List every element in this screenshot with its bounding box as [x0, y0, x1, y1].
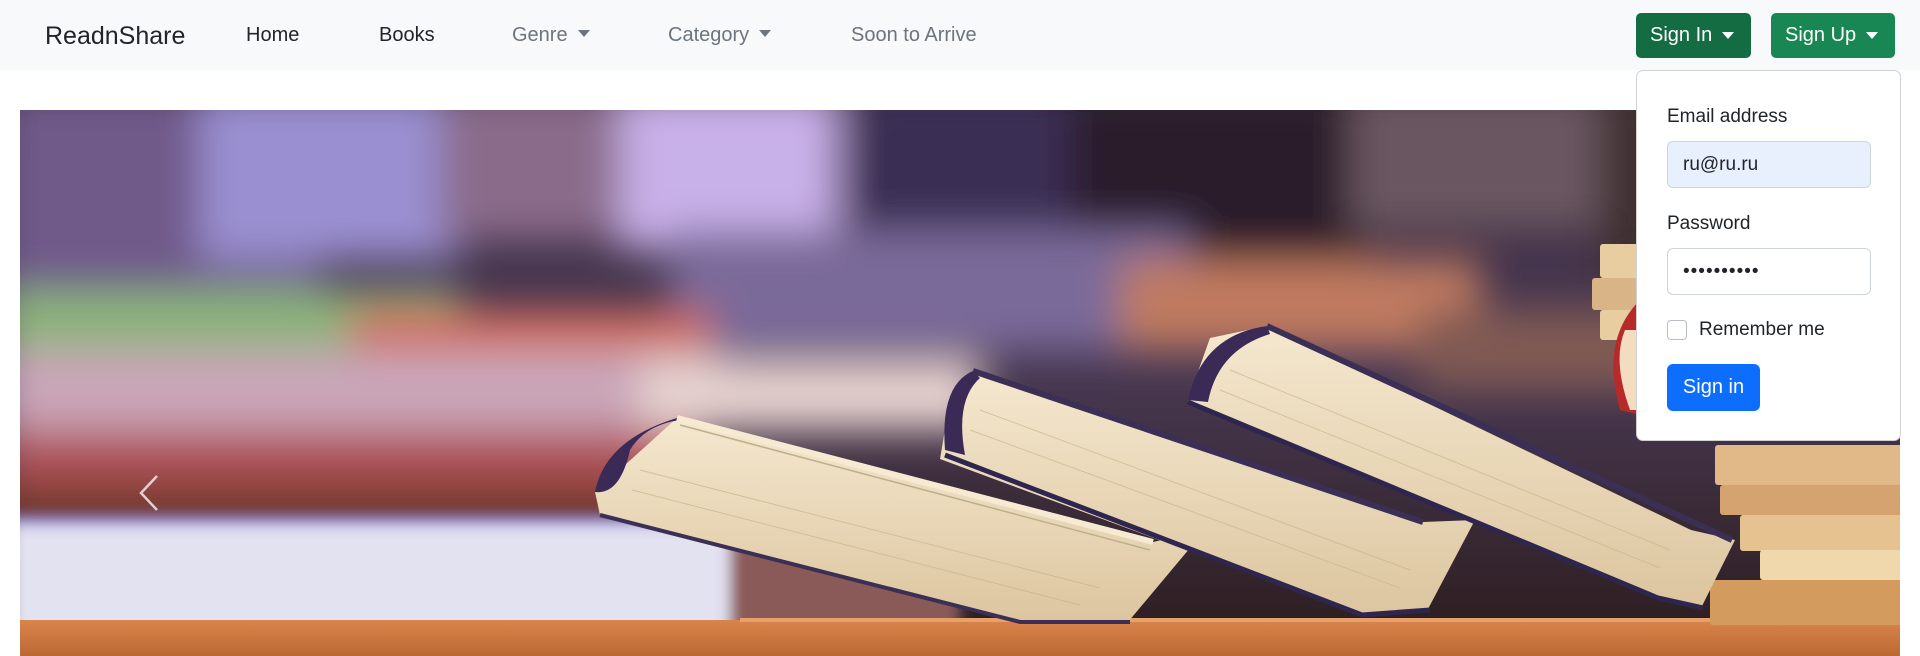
remember-me-row: Remember me — [1667, 319, 1825, 341]
nav-dropdown-genre-label: Genre — [512, 24, 568, 46]
email-field[interactable] — [1667, 141, 1871, 188]
password-field[interactable] — [1667, 248, 1871, 295]
caret-down-icon — [759, 30, 772, 37]
nav-dropdown-genre[interactable]: Genre — [512, 24, 590, 47]
nav-link-soon-to-arrive[interactable]: Soon to Arrive — [851, 24, 977, 47]
nav-dropdown-category-label: Category — [668, 24, 750, 46]
remember-me-checkbox[interactable] — [1667, 320, 1687, 340]
signup-button-label: Sign Up — [1785, 24, 1857, 46]
nav-dropdown-category[interactable]: Category — [668, 24, 772, 47]
password-label: Password — [1667, 213, 1751, 234]
signup-dropdown-button[interactable]: Sign Up — [1771, 13, 1895, 58]
signin-dropdown-button[interactable]: Sign In — [1636, 13, 1751, 58]
chevron-left-icon — [139, 475, 158, 511]
nav-link-books[interactable]: Books — [379, 24, 435, 47]
nav-link-home[interactable]: Home — [246, 24, 299, 47]
books-hero-image — [20, 110, 1900, 656]
brand-logo[interactable]: ReadnShare — [45, 22, 185, 51]
caret-down-icon — [1866, 32, 1879, 39]
signin-submit-button[interactable]: Sign in — [1667, 364, 1760, 411]
hero-carousel — [20, 110, 1900, 656]
navbar: ReadnShare Home Books Genre Category Soo… — [0, 0, 1920, 70]
remember-me-label: Remember me — [1699, 319, 1825, 340]
caret-down-icon — [577, 30, 590, 37]
carousel-prev-button[interactable] — [138, 474, 188, 528]
signin-dropdown-menu: Email address Password Remember me Sign … — [1636, 70, 1901, 441]
signin-button-label: Sign In — [1650, 24, 1713, 46]
email-label: Email address — [1667, 106, 1788, 127]
caret-down-icon — [1722, 32, 1735, 39]
